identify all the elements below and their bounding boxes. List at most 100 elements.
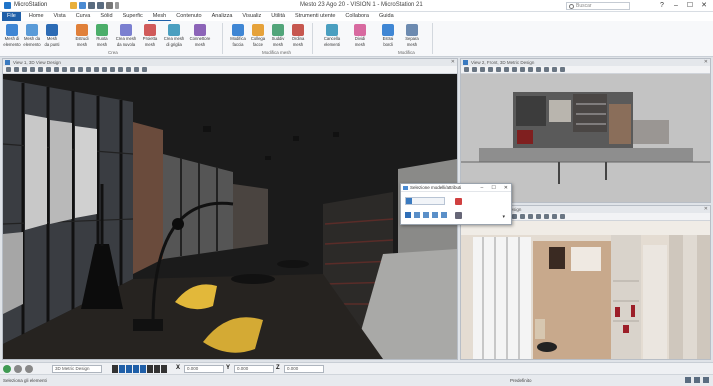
ribbon-button-3[interactable]: Estrudi mesh [72, 23, 92, 49]
tab-mesh[interactable]: Mesh [147, 12, 172, 21]
fit-view-icon[interactable] [512, 214, 517, 219]
tab-contenuto[interactable]: Contenuto [171, 12, 206, 21]
display-style-icon[interactable] [14, 67, 19, 72]
print-icon[interactable] [106, 2, 113, 9]
ribbon-button-7[interactable]: Crea mesh di griglia [164, 23, 184, 49]
clip-volume-icon[interactable] [110, 67, 115, 72]
dropdown-icon[interactable] [115, 2, 119, 9]
saved-views-icon[interactable] [134, 67, 139, 72]
zoom-out-icon[interactable] [496, 67, 501, 72]
view-attributes-icon[interactable] [464, 67, 469, 72]
view-1[interactable]: View 1, 3D View Design ✕ [2, 58, 458, 360]
x-coordinate-field[interactable]: 0.000 [184, 365, 224, 373]
pan-view-icon[interactable] [70, 67, 75, 72]
view-close-icon[interactable]: ✕ [704, 206, 708, 213]
lock-icon[interactable] [685, 377, 691, 383]
settings-icon[interactable] [703, 377, 709, 383]
rotate-view-icon[interactable] [520, 67, 525, 72]
accudraw-icon[interactable] [3, 365, 11, 373]
view-next-icon[interactable] [544, 67, 549, 72]
ribbon-button-13[interactable]: Cancella elementi [322, 23, 342, 49]
view-next-icon[interactable] [86, 67, 91, 72]
lights-icon[interactable] [126, 67, 131, 72]
maximize-button[interactable]: ☐ [685, 1, 695, 10]
tab-visualiz[interactable]: Visualiz [237, 12, 266, 21]
view-3[interactable]: View 3, 3D Metric Design ✕ [460, 205, 711, 360]
view-attributes-icon[interactable] [6, 67, 11, 72]
ribbon-button-11[interactable]: Suddiv mesh [268, 23, 288, 49]
help-button[interactable]: ? [657, 1, 667, 10]
walk-icon[interactable] [102, 67, 107, 72]
view-close-icon[interactable]: ✕ [704, 59, 708, 66]
view-next-icon[interactable] [544, 214, 549, 219]
dialog-maximize-button[interactable]: ☐ [491, 184, 495, 192]
ribbon-button-12[interactable]: Ordina mesh [288, 23, 308, 49]
view-previous-icon[interactable] [536, 67, 541, 72]
dialog-level-field[interactable] [405, 197, 445, 205]
ribbon-button-4[interactable]: Ruota mesh [92, 23, 112, 49]
dialog-close-button[interactable]: ✕ [504, 184, 508, 192]
rotate-view-icon[interactable] [520, 214, 525, 219]
dialog-minimize-button[interactable]: – [481, 184, 484, 192]
tab-analizza[interactable]: Analizza [207, 12, 238, 21]
view-toggle-7[interactable] [154, 365, 160, 373]
tab-vista[interactable]: Vista [49, 12, 71, 21]
ribbon-button-0[interactable]: Mesh di elemento [2, 23, 22, 49]
ribbon-button-2[interactable]: Mesh da punti [42, 23, 62, 49]
view-toggle-6[interactable] [147, 365, 153, 373]
zoom-in-icon[interactable] [30, 67, 35, 72]
ribbon-button-5[interactable]: Crea mesh da nuvola [116, 23, 136, 49]
view-toggle-2[interactable] [119, 365, 125, 373]
main-render-canvas[interactable] [3, 74, 457, 359]
forward-icon[interactable] [25, 365, 33, 373]
z-coordinate-field[interactable]: 0.000 [284, 365, 324, 373]
camera-icon[interactable] [552, 214, 557, 219]
fit-view-icon[interactable] [512, 67, 517, 72]
undo-icon[interactable] [88, 2, 95, 9]
tab-file[interactable]: File [2, 12, 21, 21]
zoom-in-icon[interactable] [488, 67, 493, 72]
view-toggle-3[interactable] [126, 365, 132, 373]
snap-icon[interactable] [694, 377, 700, 383]
close-button[interactable]: ✕ [699, 1, 709, 10]
ribbon-button-9[interactable]: Modifica faccia [228, 23, 248, 49]
filter-icon[interactable] [455, 212, 462, 219]
zoom-out-icon[interactable] [38, 67, 43, 72]
update-view-icon[interactable] [22, 67, 27, 72]
interior-view-canvas[interactable] [461, 221, 710, 359]
back-icon[interactable] [14, 365, 22, 373]
view-toggle-8[interactable] [161, 365, 167, 373]
view-previous-icon[interactable] [536, 214, 541, 219]
view-2[interactable]: View 2, Front, 3D Metric Design ✕ [460, 58, 711, 203]
ribbon-button-8[interactable]: Connettore mesh [190, 23, 210, 49]
pan-view-icon[interactable] [528, 67, 533, 72]
redo-icon[interactable] [97, 2, 104, 9]
rotate-view-icon[interactable] [62, 67, 67, 72]
view-previous-icon[interactable] [78, 67, 83, 72]
clear-icon[interactable] [441, 212, 447, 218]
save-icon[interactable] [79, 2, 86, 9]
ribbon-button-14[interactable]: Dividi mesh [350, 23, 370, 49]
ribbon-button-10[interactable]: Collega facce [248, 23, 268, 49]
display-style-icon[interactable] [472, 67, 477, 72]
chevron-down-icon[interactable]: ▾ [502, 214, 505, 220]
ribbon-button-1[interactable]: Mesh da elemento [22, 23, 42, 49]
tab-guida[interactable]: Guida [374, 12, 399, 21]
camera-icon[interactable] [94, 67, 99, 72]
ribbon-button-16[interactable]: Separa mesh [402, 23, 422, 49]
pan-view-icon[interactable] [528, 214, 533, 219]
tab-strumenti-utente[interactable]: Strumenti utente [290, 12, 340, 21]
tab-home[interactable]: Home [24, 12, 49, 21]
tab-superfic[interactable]: Superfic [118, 12, 148, 21]
view-settings-icon[interactable] [142, 67, 147, 72]
select-icon[interactable] [405, 212, 411, 218]
tab-utilita[interactable]: Utilità [266, 12, 290, 21]
invert-icon[interactable] [432, 212, 438, 218]
minimize-button[interactable]: – [671, 1, 681, 10]
render-icon[interactable] [118, 67, 123, 72]
window-area-icon[interactable] [504, 67, 509, 72]
ribbon-button-6[interactable]: Proietta mesh [140, 23, 160, 49]
model-selector[interactable]: 3D Metric Design [52, 365, 102, 373]
tab-collabora[interactable]: Collabora [340, 12, 374, 21]
update-view-icon[interactable] [480, 67, 485, 72]
